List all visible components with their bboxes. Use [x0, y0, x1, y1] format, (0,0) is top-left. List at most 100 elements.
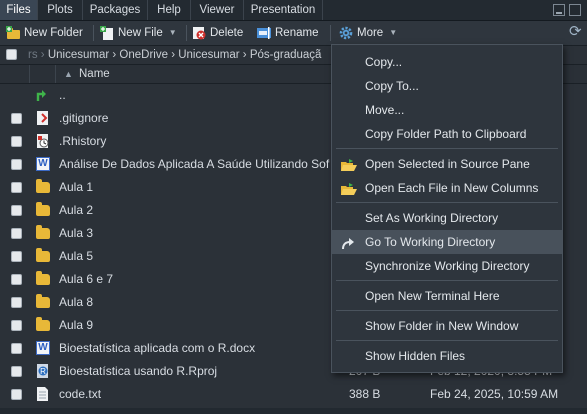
- file-checkbox[interactable]: [11, 228, 22, 239]
- file-checkbox[interactable]: [11, 136, 22, 147]
- toolbar-divider: [330, 25, 331, 41]
- folder-icon: [36, 179, 50, 193]
- menu-item-open-each-file[interactable]: Open Each File in New Columns: [332, 176, 562, 200]
- file-modified: Feb 24, 2025, 10:59 AM: [430, 387, 559, 401]
- tab-presentation[interactable]: Presentation: [244, 0, 323, 20]
- file-name[interactable]: Aula 5: [59, 245, 93, 268]
- menu-separator: [336, 202, 558, 203]
- file-name[interactable]: ..: [59, 84, 66, 107]
- rename-label: Rename: [275, 27, 319, 39]
- breadcrumb-path: rs › Unicesumar › OneDrive › Unicesumar …: [28, 46, 321, 64]
- file-checkbox[interactable]: [11, 320, 22, 331]
- chevron-down-icon: ▼: [389, 28, 398, 37]
- up-arrow-icon: [36, 88, 50, 102]
- breadcrumb-separator-icon: ›: [242, 49, 250, 61]
- file-checkbox[interactable]: [11, 251, 22, 262]
- folder-icon: [36, 317, 50, 331]
- file-name[interactable]: Aula 8: [59, 291, 93, 314]
- file-name[interactable]: Aula 2: [59, 199, 93, 222]
- tab-files[interactable]: Files: [0, 0, 38, 20]
- file-text-icon: [36, 387, 50, 401]
- maximize-pane-button[interactable]: [569, 4, 581, 16]
- tab-viewer[interactable]: Viewer: [191, 0, 244, 20]
- menu-separator: [336, 148, 558, 149]
- tab-packages[interactable]: Packages: [83, 0, 148, 20]
- menu-item-copy-to[interactable]: Copy To...: [332, 74, 562, 98]
- file-name[interactable]: code.txt: [59, 383, 101, 406]
- menu-separator: [336, 310, 558, 311]
- gear-icon: [339, 26, 353, 40]
- file-checkbox[interactable]: [11, 113, 22, 124]
- menu-separator: [336, 280, 558, 281]
- file-checkbox[interactable]: [11, 205, 22, 216]
- new-folder-button[interactable]: New Folder: [6, 23, 83, 43]
- tab-help[interactable]: Help: [148, 0, 191, 20]
- new-file-button[interactable]: New File ▼: [100, 23, 177, 43]
- toolbar-divider: [93, 25, 94, 41]
- file-checkbox[interactable]: [11, 182, 22, 193]
- folder-icon: [36, 202, 50, 216]
- breadcrumb-item[interactable]: Unicesumar: [48, 49, 109, 61]
- file-name[interactable]: Aula 6 e 7: [59, 268, 113, 291]
- menu-item-synchronize-working-directory[interactable]: Synchronize Working Directory: [332, 254, 562, 278]
- new-file-icon: [100, 26, 114, 40]
- file-name[interactable]: Bioestatística usando R.Rproj: [59, 360, 217, 383]
- file-checkbox[interactable]: [11, 159, 22, 170]
- folder-icon: [36, 271, 50, 285]
- menu-item-set-working-directory[interactable]: Set As Working Directory: [332, 206, 562, 230]
- breadcrumb-item[interactable]: Pós-graduaçã: [250, 49, 322, 61]
- refresh-icon[interactable]: ⟳: [569, 24, 585, 40]
- menu-item-copy[interactable]: Copy...: [332, 50, 562, 74]
- folder-icon: [36, 225, 50, 239]
- menu-item-go-to-working-directory[interactable]: Go To Working Directory: [332, 230, 562, 254]
- toolbar-divider: [186, 25, 187, 41]
- breadcrumb-item[interactable]: Unicesumar: [178, 49, 239, 61]
- menu-item-copy-folder-path[interactable]: Copy Folder Path to Clipboard: [332, 122, 562, 146]
- file-name[interactable]: .Rhistory: [59, 130, 106, 153]
- r-project-icon: R: [36, 364, 50, 378]
- more-button[interactable]: More ▼: [339, 23, 397, 43]
- file-checkbox[interactable]: [11, 274, 22, 285]
- file-name[interactable]: Bioestatística aplicada com o R.docx: [59, 337, 255, 360]
- menu-item-open-new-terminal[interactable]: Open New Terminal Here: [332, 284, 562, 308]
- file-checkbox[interactable]: [11, 389, 22, 400]
- file-size: 388 B: [349, 387, 381, 401]
- file-name[interactable]: .gitignore: [59, 107, 108, 130]
- files-toolbar: New Folder New File ▼ Delete Rename More…: [0, 21, 587, 46]
- new-file-label: New File: [118, 27, 163, 39]
- menu-item-show-folder-new-window[interactable]: Show Folder in New Window: [332, 314, 562, 338]
- menu-item-open-selected[interactable]: Open Selected in Source Pane: [332, 152, 562, 176]
- more-label: More: [357, 27, 384, 39]
- pane-bottom-edge: [0, 408, 587, 414]
- tab-plots[interactable]: Plots: [38, 0, 83, 20]
- r-history-icon: [36, 134, 50, 148]
- file-text-icon: [36, 111, 50, 125]
- select-all-checkbox[interactable]: [6, 49, 17, 60]
- open-folder-icon: [341, 157, 357, 171]
- open-folder-icon: [341, 181, 357, 195]
- pane-tab-bar: Files Plots Packages Help Viewer Present…: [0, 0, 587, 21]
- delete-button[interactable]: Delete: [192, 23, 243, 43]
- column-divider: [55, 65, 56, 83]
- folder-icon: [36, 248, 50, 262]
- list-item[interactable]: code.txt 388 B Feb 24, 2025, 10:59 AM: [0, 383, 587, 406]
- minimize-pane-button[interactable]: [553, 4, 565, 16]
- file-name[interactable]: Aula 3: [59, 222, 93, 245]
- column-header-name[interactable]: Name: [79, 65, 110, 83]
- column-divider: [29, 65, 30, 83]
- menu-item-show-hidden-files[interactable]: Show Hidden Files: [332, 344, 562, 368]
- new-folder-label: New Folder: [24, 27, 83, 39]
- file-name[interactable]: Aula 9: [59, 314, 93, 337]
- rename-button[interactable]: Rename: [257, 23, 318, 43]
- file-name[interactable]: Aula 1: [59, 176, 93, 199]
- svg-text:R: R: [40, 367, 46, 376]
- word-doc-icon: W: [36, 157, 50, 171]
- breadcrumb-separator-icon: ›: [40, 49, 48, 61]
- breadcrumb-item[interactable]: OneDrive: [119, 49, 168, 61]
- chevron-down-icon: ▼: [168, 28, 177, 37]
- file-name[interactable]: Análise De Dados Aplicada A Saúde Utiliz…: [59, 153, 329, 176]
- file-checkbox[interactable]: [11, 343, 22, 354]
- file-checkbox[interactable]: [11, 366, 22, 377]
- file-checkbox[interactable]: [11, 297, 22, 308]
- menu-item-move[interactable]: Move...: [332, 98, 562, 122]
